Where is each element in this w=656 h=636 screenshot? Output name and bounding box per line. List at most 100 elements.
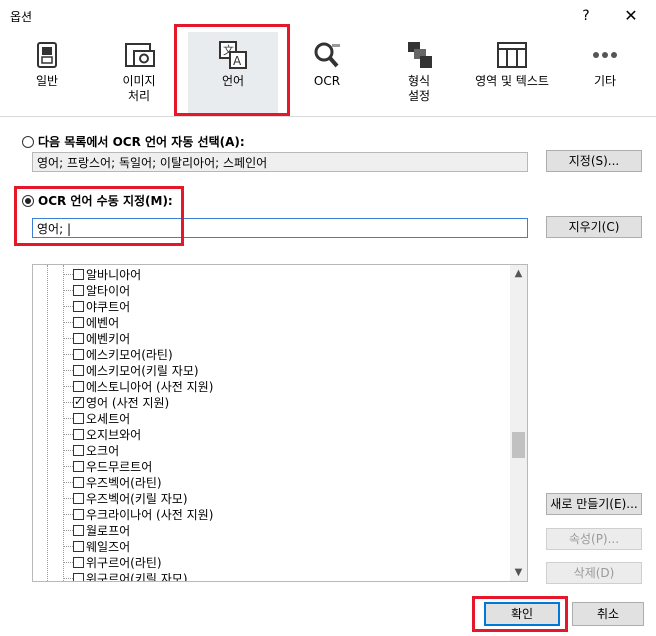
scroll-down-arrow-icon[interactable]: ▼ — [510, 564, 527, 581]
specify-button[interactable]: 지정(S)... — [546, 150, 642, 172]
tab-format-settings[interactable]: 형식 설정 — [380, 32, 458, 116]
tab-label: 일반 — [35, 74, 59, 88]
language-checkbox[interactable] — [73, 413, 84, 424]
language-list-item[interactable]: 알바니아어 — [63, 267, 141, 283]
tab-label: OCR — [313, 74, 341, 88]
language-list-item[interactable]: 위구르어(라틴) — [63, 555, 162, 571]
manual-languages-input[interactable]: 영어; | — [32, 218, 528, 238]
language-list-item[interactable]: 우크라이나어 (사전 지원) — [63, 507, 214, 523]
language-list-item[interactable]: 알타이어 — [63, 283, 130, 299]
language-name: 우드무르트어 — [86, 460, 153, 474]
language-checkbox[interactable] — [73, 269, 84, 280]
window-title: 옵션 — [10, 10, 33, 24]
language-checkbox[interactable] — [73, 285, 84, 296]
language-checkbox[interactable] — [73, 349, 84, 360]
language-checkbox[interactable] — [73, 365, 84, 376]
language-name: 우즈벡어(키릴 자모) — [86, 492, 188, 506]
options-tab-bar: 일반 이미지 처리 文 A 언어 OCR 형식 설정 영역 및 텍스트 기타 — [0, 32, 656, 117]
list-scrollbar[interactable]: ▲ ▼ — [510, 265, 527, 581]
tab-ocr[interactable]: OCR — [288, 32, 366, 116]
language-checkbox[interactable] — [73, 573, 84, 581]
svg-text:A: A — [233, 54, 242, 68]
tree-branch-line — [63, 354, 73, 355]
manual-select-label: OCR 언어 수동 지정(M): — [38, 194, 173, 208]
toggle-switch-icon — [37, 42, 57, 68]
language-checkbox[interactable] — [73, 333, 84, 344]
language-checkbox[interactable] — [73, 461, 84, 472]
language-list-item[interactable]: 우즈벡어(키릴 자모) — [63, 491, 188, 507]
language-name: 월로프어 — [86, 524, 131, 538]
scroll-up-arrow-icon[interactable]: ▲ — [510, 265, 527, 282]
language-list-item[interactable]: 월로프어 — [63, 523, 131, 539]
cancel-button[interactable]: 취소 — [572, 602, 644, 626]
tree-branch-line — [63, 450, 73, 451]
tree-guide-line — [63, 265, 64, 581]
language-name: 에스키모어(키릴 자모) — [86, 364, 199, 378]
language-name: 우즈벡어(라틴) — [86, 476, 162, 490]
auto-select-radio[interactable] — [22, 136, 34, 148]
scroll-thumb[interactable] — [512, 432, 525, 458]
tree-branch-line — [63, 434, 73, 435]
language-list-item[interactable]: 오크어 — [63, 443, 119, 459]
language-name: 웨일즈어 — [86, 540, 131, 554]
language-checkbox[interactable] — [73, 445, 84, 456]
language-name: 위구르어(키릴 자모) — [86, 572, 188, 582]
language-checkbox[interactable] — [73, 509, 84, 520]
language-list-item[interactable]: 우드무르트어 — [63, 459, 153, 475]
magnifier-icon — [314, 42, 340, 68]
language-checkbox[interactable] — [73, 541, 84, 552]
more-dots-icon — [593, 52, 617, 58]
properties-button[interactable]: 속성(P)... — [546, 528, 642, 550]
language-checkbox[interactable] — [73, 493, 84, 504]
image-camera-icon — [125, 43, 155, 67]
language-checkbox[interactable] — [73, 394, 84, 410]
language-list-item[interactable]: 에벤어 — [63, 315, 119, 331]
tab-general[interactable]: 일반 — [8, 32, 86, 116]
language-list-item[interactable]: 오지브와어 — [63, 427, 141, 443]
language-checkbox[interactable] — [73, 525, 84, 536]
tab-label: 영역 및 텍스트 — [475, 74, 549, 88]
tree-branch-line — [63, 290, 73, 291]
language-checkbox[interactable] — [73, 301, 84, 312]
language-list-item[interactable]: 오세트어 — [63, 411, 130, 427]
language-list-item[interactable]: 우즈벡어(라틴) — [63, 475, 162, 491]
clear-button[interactable]: 지우기(C) — [546, 216, 642, 238]
tab-other[interactable]: 기타 — [566, 32, 644, 116]
tree-branch-line — [63, 514, 73, 515]
tree-branch-line — [63, 338, 73, 339]
language-name: 에스키모어(라틴) — [86, 348, 173, 362]
manual-select-radio[interactable] — [22, 195, 34, 207]
language-list-item[interactable]: 웨일즈어 — [63, 539, 131, 555]
language-list-item[interactable]: 에스키모어(라틴) — [63, 347, 173, 363]
layout-columns-icon — [497, 42, 527, 68]
tab-area-and-text[interactable]: 영역 및 텍스트 — [466, 32, 558, 116]
language-list-item[interactable]: 에스키모어(키릴 자모) — [63, 363, 199, 379]
language-name: 우크라이나어 (사전 지원) — [86, 508, 214, 522]
new-button[interactable]: 새로 만들기(E)... — [546, 493, 642, 515]
language-list-item[interactable]: 야쿠트어 — [63, 299, 130, 315]
tree-branch-line — [63, 466, 73, 467]
language-list-item[interactable]: 에스토니아어 (사전 지원) — [63, 379, 213, 395]
language-checkbox[interactable] — [73, 557, 84, 568]
tree-branch-line — [63, 562, 73, 563]
language-checkbox[interactable] — [73, 477, 84, 488]
close-button[interactable]: ✕ — [620, 6, 642, 26]
tree-branch-line — [63, 370, 73, 371]
tab-label: 형식 설정 — [407, 74, 431, 103]
help-button[interactable]: ? — [576, 6, 596, 26]
language-checkbox[interactable] — [73, 381, 84, 392]
tree-branch-line — [63, 578, 73, 579]
language-checkbox[interactable] — [73, 317, 84, 328]
ok-button[interactable]: 확인 — [484, 602, 560, 626]
tab-image-processing[interactable]: 이미지 처리 — [100, 32, 178, 116]
language-checkbox[interactable] — [73, 429, 84, 440]
tree-branch-line — [63, 402, 73, 403]
language-list-item[interactable]: 위구르어(키릴 자모) — [63, 571, 188, 582]
delete-button[interactable]: 삭제(D) — [546, 562, 642, 584]
tree-branch-line — [63, 498, 73, 499]
tree-branch-line — [63, 322, 73, 323]
tab-language[interactable]: 文 A 언어 — [188, 32, 278, 116]
language-list-item[interactable]: 에벤키어 — [63, 331, 130, 347]
language-tree-list[interactable]: 알바니아어 알타이어 야쿠트어 에벤어 에벤키어 에스키모어(라틴) 에스키모어(키릴 자모… — [32, 264, 528, 582]
language-list-item[interactable]: 영어 (사전 지원) — [63, 394, 169, 411]
